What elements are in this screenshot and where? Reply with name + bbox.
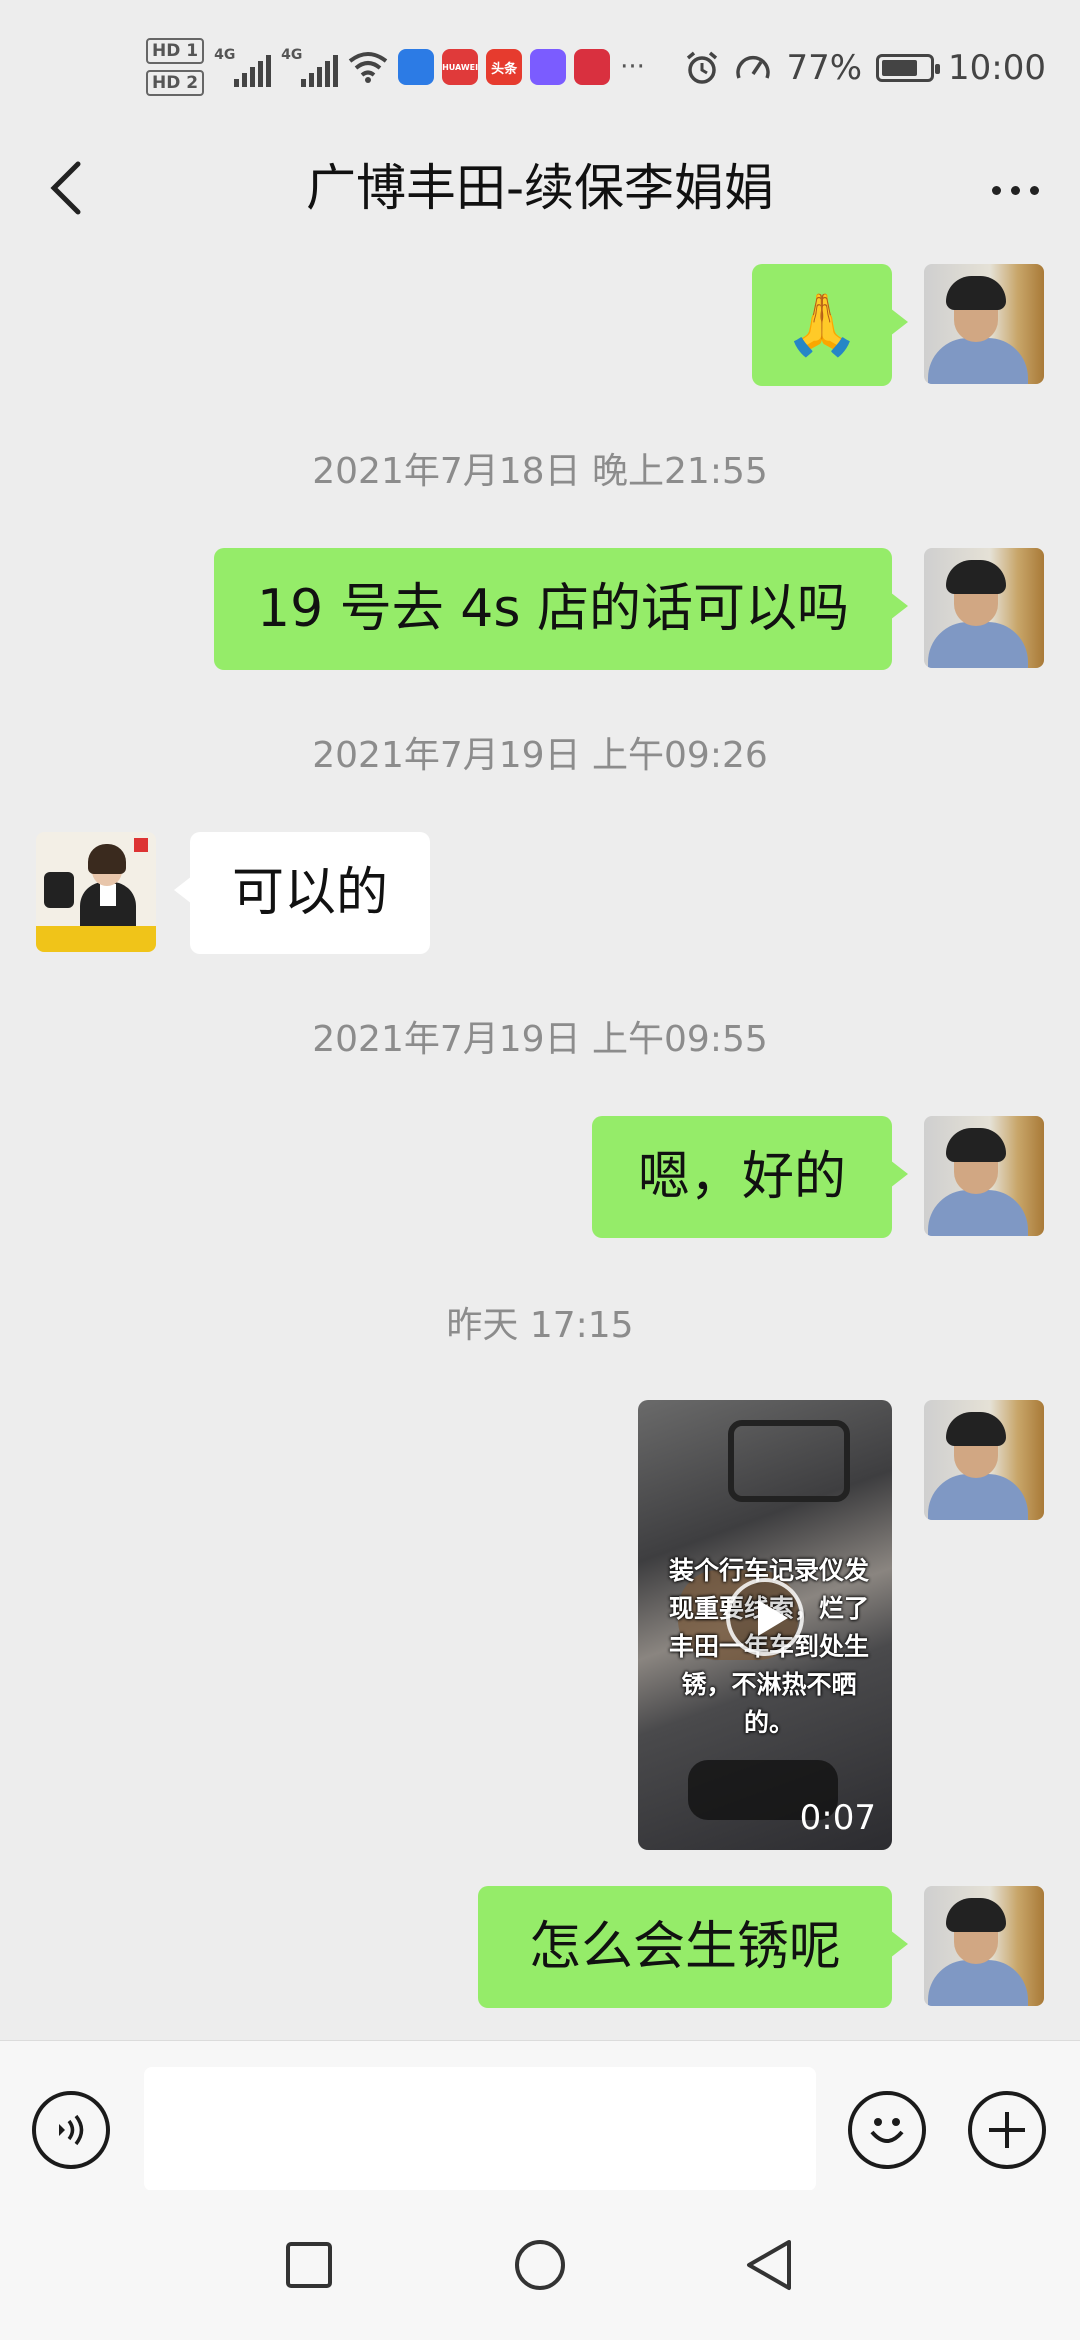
input-bar bbox=[0, 2040, 1080, 2191]
message-bubble-sent[interactable]: 🙏 bbox=[752, 264, 908, 386]
message-timestamp: 昨天 17:15 bbox=[446, 1305, 634, 1346]
message-list[interactable]: 🙏 2021年7月18日 晚上21:55 19 号去 4s 店的话可以吗 202… bbox=[0, 250, 1080, 2040]
hd2-label: HD 2 bbox=[146, 70, 205, 96]
notification-app-icons: HUAWEI 头条 bbox=[398, 49, 611, 85]
hd1-label: HD 1 bbox=[146, 38, 205, 64]
alarm-icon bbox=[687, 51, 718, 84]
more-options-button[interactable] bbox=[980, 160, 1050, 220]
status-bar-right: 77% 10:00 bbox=[684, 40, 1046, 96]
voice-icon bbox=[59, 2114, 84, 2146]
signal-2-icon: 4G bbox=[281, 47, 339, 87]
back-nav-button[interactable] bbox=[734, 2230, 804, 2300]
message-text: 嗯，好的 bbox=[637, 1147, 846, 1207]
back-button[interactable] bbox=[34, 156, 98, 220]
battery-icon bbox=[876, 54, 941, 82]
status-bar-left: HD 1 HD 2 4G 4G HUAWEI 头条 ··· bbox=[146, 32, 645, 102]
circle-icon bbox=[515, 2240, 565, 2290]
system-nav-bar bbox=[0, 2190, 1080, 2340]
dot-icon bbox=[1010, 185, 1020, 195]
message-text: 怎么会生锈呢 bbox=[528, 1917, 841, 1977]
message-bubble-sent[interactable]: 嗯，好的 bbox=[592, 1116, 908, 1238]
message-bubble-received[interactable]: 可以的 bbox=[174, 832, 430, 954]
video-message[interactable]: 装个行车记录仪发现重要线索，烂了丰田一年车到处生锈，不淋热不晒的。 0:07 bbox=[638, 1400, 892, 1850]
pray-emoji: 🙏 bbox=[784, 290, 860, 360]
plus-icon bbox=[989, 2112, 1025, 2148]
chevron-left-icon bbox=[50, 161, 81, 215]
app-colorful-icon bbox=[530, 49, 567, 85]
speed-gauge-icon bbox=[736, 55, 771, 79]
chat-title: 广博丰田-续保李娟娟 bbox=[305, 159, 775, 217]
message-text: 19 号去 4s 店的话可以吗 bbox=[257, 579, 849, 639]
book-icon bbox=[574, 49, 611, 85]
toutiao-icon: 头条 bbox=[486, 49, 523, 85]
my-avatar[interactable] bbox=[924, 264, 1044, 384]
message-input[interactable] bbox=[144, 2067, 816, 2191]
recents-button[interactable] bbox=[274, 2230, 344, 2300]
clock: 10:00 bbox=[948, 48, 1046, 88]
wifi-icon bbox=[348, 52, 388, 83]
smiley-icon bbox=[870, 2118, 904, 2143]
message-timestamp: 2021年7月19日 上午09:26 bbox=[312, 735, 768, 776]
video-duration: 0:07 bbox=[799, 1798, 876, 1838]
hd-indicator: HD 1 HD 2 bbox=[146, 38, 205, 96]
message-text: 可以的 bbox=[231, 863, 388, 923]
message-timestamp: 2021年7月18日 晚上21:55 bbox=[312, 451, 768, 492]
my-avatar[interactable] bbox=[924, 1886, 1044, 2006]
add-button[interactable] bbox=[968, 2091, 1046, 2169]
message-bubble-sent[interactable]: 19 号去 4s 店的话可以吗 bbox=[214, 548, 908, 670]
message-bubble-sent[interactable]: 怎么会生锈呢 bbox=[478, 1886, 908, 2008]
home-button[interactable] bbox=[505, 2230, 575, 2300]
my-avatar[interactable] bbox=[924, 1116, 1044, 1236]
voice-button[interactable] bbox=[32, 2091, 110, 2169]
chat-header: 广博丰田-续保李娟娟 bbox=[0, 130, 1080, 250]
signal-1-icon: 4G bbox=[214, 47, 272, 87]
triangle-back-icon bbox=[747, 2240, 791, 2290]
status-bar: HD 1 HD 2 4G 4G HUAWEI 头条 ··· 77% 10:00 bbox=[0, 0, 1080, 130]
play-icon[interactable] bbox=[726, 1578, 804, 1656]
baidu-map-icon bbox=[398, 49, 435, 85]
square-icon bbox=[286, 2242, 332, 2288]
battery-percent: 77% bbox=[786, 48, 863, 88]
contact-avatar[interactable] bbox=[36, 832, 156, 952]
dot-icon bbox=[991, 185, 1001, 195]
my-avatar[interactable] bbox=[924, 548, 1044, 668]
more-notifications: ··· bbox=[620, 52, 645, 82]
my-avatar[interactable] bbox=[924, 1400, 1044, 1520]
emoji-button[interactable] bbox=[848, 2091, 926, 2169]
huawei-icon: HUAWEI bbox=[442, 49, 478, 85]
message-timestamp: 2021年7月19日 上午09:55 bbox=[312, 1019, 768, 1060]
dot-icon bbox=[1029, 185, 1039, 195]
